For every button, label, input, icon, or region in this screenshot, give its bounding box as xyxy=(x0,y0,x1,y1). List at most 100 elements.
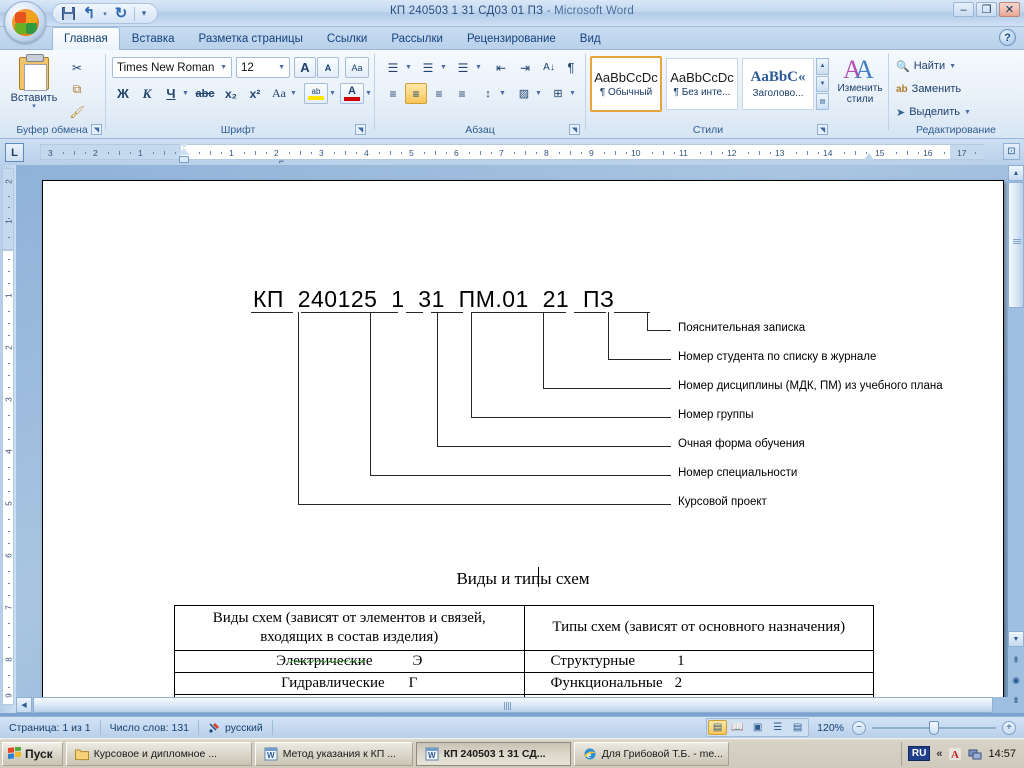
tab-stop-selector[interactable]: L xyxy=(5,143,24,162)
language-indicator[interactable]: русский xyxy=(199,720,273,735)
paragraph-dialog-launcher[interactable]: ◥ xyxy=(569,124,580,135)
change-case-dropdown-icon[interactable]: ▼ xyxy=(288,83,299,104)
shading-icon[interactable]: ▨ xyxy=(513,83,535,104)
window-controls[interactable]: – ❐ ✕ xyxy=(953,2,1020,17)
horizontal-ruler[interactable]: L 3 2 1 1 2 3 4 5 6 7 8 9 10 11 12 13 14… xyxy=(0,139,1024,166)
ribbon-tabs[interactable]: Главная Вставка Разметка страницы Ссылки… xyxy=(0,27,1024,50)
subscript-icon[interactable]: x₂ xyxy=(220,83,242,104)
zoom-level-label[interactable]: 120% xyxy=(817,722,844,734)
tab-references[interactable]: Ссылки xyxy=(315,28,380,49)
language-indicator-tray[interactable]: RU xyxy=(907,746,931,761)
view-web-layout-icon[interactable]: ▣ xyxy=(748,720,767,735)
tab-home[interactable]: Главная xyxy=(52,27,120,50)
previous-page-icon[interactable]: ⇞ xyxy=(1008,652,1024,668)
font-size-input[interactable]: 12 ▼ xyxy=(236,57,290,78)
bold-icon[interactable]: Ж xyxy=(112,83,134,104)
shrink-font-icon[interactable]: A xyxy=(317,57,339,78)
table-row[interactable]: ЭлектрическиеЭ Структурные1 xyxy=(174,649,874,673)
align-right-icon[interactable]: ≡ xyxy=(428,83,450,104)
expand-tray-icon[interactable]: « xyxy=(936,748,942,760)
indent-markers[interactable] xyxy=(178,141,190,163)
start-button[interactable]: Пуск xyxy=(2,741,63,766)
tab-view[interactable]: Вид xyxy=(568,28,613,49)
tab-mailings[interactable]: Рассылки xyxy=(379,28,455,49)
change-styles-button[interactable]: A A Изменить стили xyxy=(836,56,884,116)
font-color-icon[interactable]: A xyxy=(340,83,364,104)
justify-icon[interactable]: ≡ xyxy=(451,83,473,104)
align-center-icon[interactable]: ≡ xyxy=(405,83,427,104)
select-button[interactable]: ➤ Выделить ▼ xyxy=(896,102,971,122)
quick-access-toolbar[interactable]: ↰ ▾ ↻ ▾ xyxy=(52,3,158,24)
numbering-dropdown-icon[interactable]: ▼ xyxy=(438,57,449,78)
view-draft-icon[interactable]: ▤ xyxy=(788,720,807,735)
customize-qat-icon[interactable]: ▾ xyxy=(138,5,150,23)
highlight-dropdown-icon[interactable]: ▼ xyxy=(327,83,338,104)
line-spacing-dropdown-icon[interactable]: ▼ xyxy=(497,83,508,104)
style-gallery-more-icon[interactable]: ▤ xyxy=(816,93,829,111)
chevron-down-icon[interactable]: ▼ xyxy=(220,64,227,71)
office-button[interactable] xyxy=(4,1,46,43)
replace-button[interactable]: ab Заменить xyxy=(896,79,961,99)
sort-icon[interactable]: A↓ xyxy=(538,57,560,78)
find-button[interactable]: 🔍 Найти ▼ xyxy=(896,56,956,76)
text-highlight-icon[interactable]: ab xyxy=(304,83,328,104)
taskbar-item-3[interactable]: e Для Грибовой Т.Б. - me... xyxy=(573,741,729,766)
vscroll-thumb[interactable] xyxy=(1008,182,1024,308)
style-scroll-down-icon[interactable]: ▼ xyxy=(816,75,829,93)
zoom-slider[interactable] xyxy=(872,720,996,735)
superscript-icon[interactable]: x² xyxy=(244,83,266,104)
style-gallery-scroll[interactable]: ▲ ▼ ▤ xyxy=(816,58,829,111)
tab-insert[interactable]: Вставка xyxy=(120,28,187,49)
paste-dropdown-icon[interactable]: ▾ xyxy=(32,103,36,110)
minimize-button[interactable]: – xyxy=(953,2,974,17)
word-count[interactable]: Число слов: 131 xyxy=(101,720,200,735)
tab-page-layout[interactable]: Разметка страницы xyxy=(187,28,315,49)
show-formatting-marks-icon[interactable]: ¶ xyxy=(560,57,582,78)
font-color-dropdown-icon[interactable]: ▼ xyxy=(363,83,374,104)
network-tray-icon[interactable] xyxy=(968,747,982,761)
increase-indent-icon[interactable]: ⇥ xyxy=(514,57,536,78)
line-spacing-icon[interactable]: ↕ xyxy=(477,83,499,104)
hscroll-thumb[interactable] xyxy=(33,697,993,713)
zoom-in-button[interactable]: + xyxy=(1002,720,1016,735)
toggle-ruler-button[interactable]: ⊡ xyxy=(1003,143,1020,160)
style-gallery-item-normal[interactable]: AaBbCcDc ¶ Обычный xyxy=(590,56,662,112)
page-indicator[interactable]: Страница: 1 из 1 xyxy=(0,720,101,735)
clock[interactable]: 14:57 xyxy=(988,748,1016,760)
styles-dialog-launcher[interactable]: ◥ xyxy=(817,124,828,135)
decrease-indent-icon[interactable]: ⇤ xyxy=(490,57,512,78)
underline-dropdown-icon[interactable]: ▼ xyxy=(180,83,191,104)
numbering-icon[interactable]: ☰ xyxy=(417,57,439,78)
restore-button[interactable]: ❐ xyxy=(976,2,997,17)
system-tray[interactable]: RU « A 14:57 xyxy=(900,741,1022,766)
taskbar-item-1[interactable]: W Метод указания к КП ... xyxy=(254,741,413,766)
document-page[interactable]: КП 240125 1 31 ПМ.01 21 ПЗ Пояснительная… xyxy=(42,180,1004,713)
close-button[interactable]: ✕ xyxy=(999,2,1020,17)
undo-icon[interactable]: ↰ xyxy=(79,5,99,23)
table-row[interactable]: Гидравлические Г Функциональные 2 xyxy=(174,671,874,695)
view-outline-icon[interactable]: ☰ xyxy=(768,720,787,735)
clear-formatting-icon[interactable]: Aa xyxy=(345,57,369,78)
select-browse-object-icon[interactable]: ◉ xyxy=(1008,672,1024,688)
strikethrough-icon[interactable]: abc xyxy=(194,83,216,104)
document-canvas[interactable]: КП 240125 1 31 ПМ.01 21 ПЗ Пояснительная… xyxy=(16,165,1008,713)
bullets-dropdown-icon[interactable]: ▼ xyxy=(403,57,414,78)
cut-icon[interactable]: ✂ xyxy=(66,57,88,78)
clipboard-dialog-launcher[interactable]: ◥ xyxy=(91,124,102,135)
scroll-left-icon[interactable]: ◀ xyxy=(16,697,32,713)
style-gallery-item-no-spacing[interactable]: AaBbCcDc ¶ Без инте... xyxy=(666,58,738,110)
taskbar-item-0[interactable]: Курсовое и дипломное ... xyxy=(65,741,252,766)
zoom-out-button[interactable]: − xyxy=(852,720,866,735)
bullets-icon[interactable]: ☰ xyxy=(382,57,404,78)
next-page-icon[interactable]: ⇟ xyxy=(1008,692,1024,708)
style-scroll-up-icon[interactable]: ▲ xyxy=(816,58,829,75)
copy-icon[interactable]: ⧉ xyxy=(66,79,88,100)
change-case-icon[interactable]: Aa xyxy=(268,83,290,104)
help-icon[interactable]: ? xyxy=(999,29,1016,46)
taskbar-item-2[interactable]: W КП 240503 1 31 СД... xyxy=(415,741,571,766)
chevron-down-icon[interactable]: ▼ xyxy=(278,64,285,71)
borders-icon[interactable]: ⊞ xyxy=(547,83,569,104)
vertical-scrollbar[interactable]: ▲ ▼ ⇞ ◉ ⇟ xyxy=(1008,165,1024,713)
multilevel-list-icon[interactable]: ☰ xyxy=(452,57,474,78)
italic-icon[interactable]: К xyxy=(136,83,158,104)
